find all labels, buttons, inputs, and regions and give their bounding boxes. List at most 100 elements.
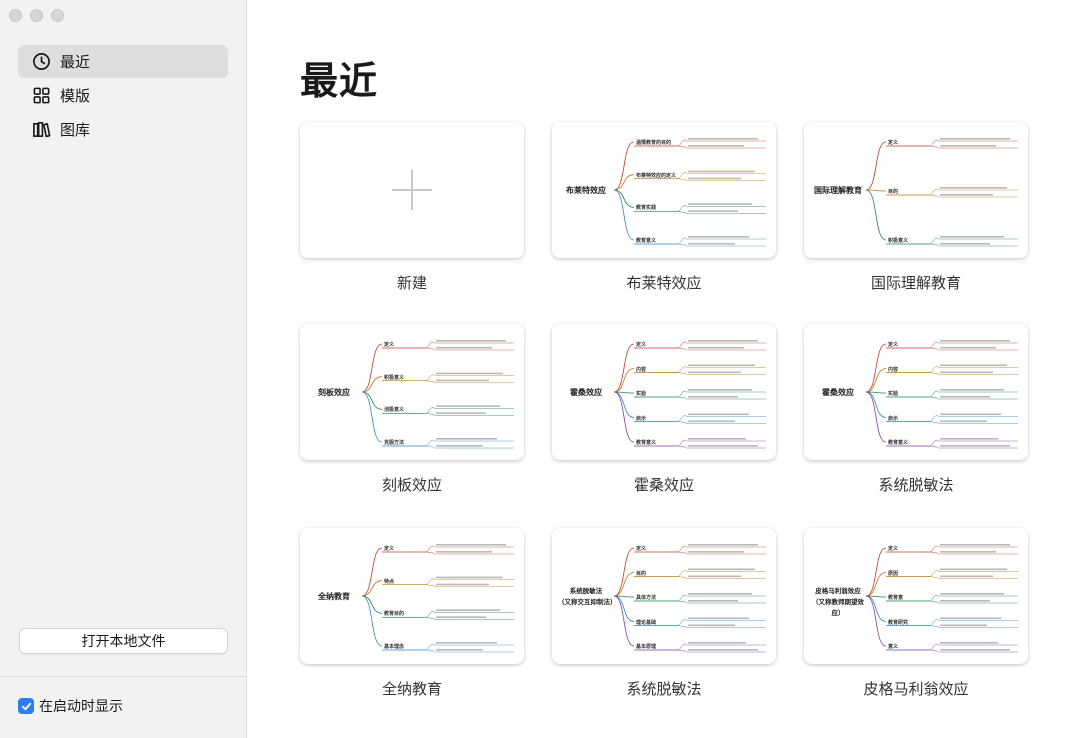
mindmap-leaf-text	[436, 544, 506, 546]
mindmap-leaf-connector	[424, 374, 435, 381]
file-card[interactable]: 布莱特效应 温情教育的目的 布莱特效应的定义 教育实践 教育意义 布莱特效应	[552, 122, 776, 293]
mindmap-branch-label: 定义	[888, 342, 899, 348]
mindmap-leaf-connector	[928, 372, 939, 374]
mindmap-leaf-text	[688, 371, 741, 374]
mindmap-branch-line	[361, 391, 383, 443]
mindmap-leaf-text	[688, 364, 755, 367]
mindmap-leaf-text	[940, 413, 1001, 416]
file-thumbnail[interactable]: 系统脱敏法 （又称交互抑制法） 定义 目的 具体方法 理论基础 基本原理	[552, 528, 776, 664]
minimize-window-button[interactable]	[30, 9, 43, 22]
mindmap-leaf-connector	[676, 396, 687, 399]
mindmap-leaf-text	[940, 347, 996, 349]
sidebar-item-recent[interactable]: 最近	[18, 45, 228, 78]
new-file-thumbnail[interactable]	[300, 122, 524, 258]
mindmap-leaf-text	[940, 187, 1007, 189]
mindmap-leaf-text	[940, 445, 1010, 447]
mindmap-leaf-connector	[928, 194, 939, 197]
mindmap-leaf-connector	[928, 576, 939, 578]
mindmap-leaf-text	[940, 396, 990, 398]
mindmap-leaf-text	[688, 347, 744, 349]
mindmap-leaf-text	[688, 593, 752, 595]
file-card[interactable]: 刻板效应 定义 积极意义 消极意义 克服方法 刻板效应	[300, 324, 524, 495]
sidebar-item-templates[interactable]: 模版	[18, 79, 228, 112]
mindmap-leaf-connector	[928, 594, 939, 602]
zoom-window-button[interactable]	[51, 9, 64, 22]
file-name-label: 系统脱敏法	[878, 476, 954, 494]
mindmap-branch-line	[613, 368, 635, 393]
mindmap-leaf-connector	[424, 439, 435, 447]
file-thumbnail[interactable]: 霍桑效应 定义 内容 实验 启示 教育意义	[552, 324, 776, 460]
mindmap-branch-line	[361, 391, 383, 410]
mindmap-branch-label: 启示	[636, 415, 647, 422]
grid-icon	[33, 87, 50, 104]
file-thumbnail[interactable]: 皮格马利翁效应 （又称教师期望效应） 定义 原因 教育意 教育研究 意义	[804, 528, 1028, 664]
mindmap-leaf-connector	[424, 617, 435, 619]
mindmap-branch-label: 意义	[888, 644, 899, 650]
mindmap-leaf-connector	[676, 643, 687, 651]
mindmap-leaf-text	[436, 412, 486, 414]
mindmap-branch-line	[865, 343, 887, 393]
file-card[interactable]: 全纳教育 定义 特点 教育目的 基本理念 全纳教育	[300, 528, 524, 699]
mindmap-branch-label: 积极意义	[888, 238, 909, 244]
mindmap-leaf-text	[688, 340, 758, 342]
mindmap-root-label: 国际理解教育	[814, 186, 862, 195]
mindmap-leaf-connector	[928, 237, 939, 245]
mindmap-leaf-text	[940, 371, 993, 374]
mindmap-leaf-connector	[676, 145, 687, 148]
mindmap-leaf-text	[940, 389, 1004, 391]
sidebar-nav: 最近 模版 图库	[18, 45, 228, 147]
mindmap-leaf-connector	[928, 439, 939, 447]
file-card[interactable]: 系统脱敏法 （又称交互抑制法） 定义 目的 具体方法 理论基础 基本原理 系统脱敏法	[552, 528, 776, 699]
file-thumbnail[interactable]: 刻板效应 定义 积极意义 消极意义 克服方法	[300, 324, 524, 460]
mindmap-branch-label: 定义	[384, 546, 395, 552]
mindmap-leaf-connector	[676, 551, 687, 554]
mindmap-leaf-connector	[676, 211, 687, 213]
window-controls	[9, 9, 64, 22]
mindmap-branch-line	[613, 189, 635, 241]
mindmap-leaf-text	[688, 243, 735, 245]
file-card[interactable]: 皮格马利翁效应 （又称教师期望效应） 定义 原因 教育意 教育研究 意义 皮格马利翁效应	[804, 528, 1028, 699]
file-card[interactable]: 国际理解教育 定义 目的 积极意义 国际理解教育	[804, 122, 1028, 293]
mindmap-leaf-text	[688, 389, 752, 391]
mindmap-root-label: 布莱特效应	[566, 186, 606, 195]
file-name-label: 霍桑效应	[633, 476, 694, 494]
mindmap-root-label: 全纳教育	[318, 592, 350, 601]
file-thumbnail[interactable]: 霍桑效应 定义 内容 实验 启示 教育意义	[804, 324, 1028, 460]
file-card[interactable]: 霍桑效应 定义 内容 实验 启示 教育意义系统脱敏法	[804, 324, 1028, 495]
file-thumbnail[interactable]: 国际理解教育 定义 目的 积极意义	[804, 122, 1028, 258]
file-thumbnail[interactable]: 全纳教育 定义 特点 教育目的 基本理念	[300, 528, 524, 664]
sidebar-item-library[interactable]: 图库	[18, 113, 228, 146]
new-file-card[interactable]: 新建	[300, 122, 524, 293]
mindmap-leaf-connector	[928, 570, 939, 577]
mindmap-branch-line	[865, 595, 887, 622]
mindmap-branch-label: 理论基础	[636, 619, 657, 626]
mindmap-leaf-text	[436, 379, 489, 382]
mindmap-leaf-text	[940, 544, 1010, 546]
mindmap-branch-label: 基本原理	[636, 644, 657, 650]
mindmap-leaf-connector	[676, 600, 687, 603]
mindmap-leaf-connector	[928, 366, 939, 373]
mindmap-branch-line	[613, 391, 635, 418]
mindmap-leaf-text	[436, 347, 492, 349]
show-on-startup-checkbox[interactable]	[18, 698, 34, 714]
mindmap-branch-line	[865, 141, 887, 191]
mindmap-leaf-connector	[676, 415, 687, 422]
mindmap-leaf-connector	[676, 545, 687, 553]
show-on-startup-option[interactable]: 在启动时显示	[18, 696, 123, 716]
mindmap-root-label: 刻板效应	[318, 388, 350, 397]
mindmap-leaf-connector	[928, 421, 939, 423]
mindmap-leaf-connector	[676, 172, 687, 179]
file-card[interactable]: 霍桑效应 定义 内容 实验 启示 教育意义 霍桑效应	[552, 324, 776, 495]
open-local-file-button[interactable]: 打开本地文件	[19, 628, 228, 654]
mindmap-leaf-text	[940, 568, 1007, 571]
mindmap-leaf-connector	[928, 619, 939, 626]
mindmap-leaf-connector	[928, 390, 939, 398]
mindmap-leaf-connector	[928, 600, 939, 603]
close-window-button[interactable]	[9, 9, 22, 22]
file-thumbnail[interactable]: 布莱特效应 温情教育的目的 布莱特效应的定义 教育实践 教育意义	[552, 122, 776, 258]
mindmap-leaf-text	[688, 544, 758, 546]
plus-icon	[392, 170, 432, 210]
mindmap-leaf-connector	[928, 415, 939, 422]
mindmap-leaf-text	[940, 243, 990, 245]
mindmap-branch-label: 实验	[636, 391, 647, 397]
